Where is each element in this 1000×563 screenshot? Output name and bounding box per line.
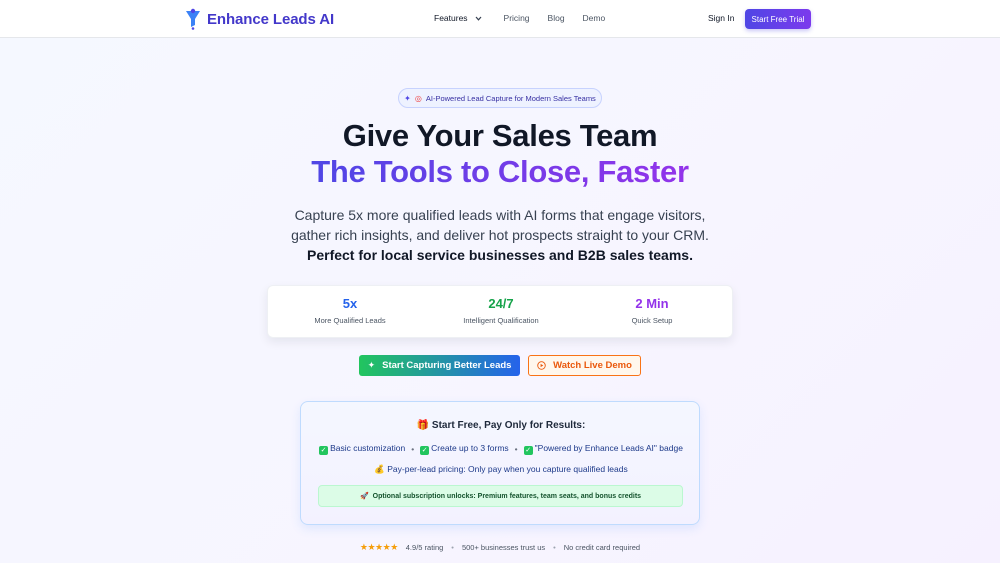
feature-label: "Powered by Enhance Leads AI" badge — [534, 443, 683, 453]
sign-in-link[interactable]: Sign In — [708, 13, 734, 23]
feature-item: ✓ Basic customization — [319, 443, 405, 455]
sparkle-icon: ✦ — [404, 93, 411, 103]
subscription-unlock-banner: 🚀 Optional subscription unlocks: Premium… — [318, 485, 683, 507]
hero-badge-text: AI-Powered Lead Capture for Modern Sales… — [425, 93, 596, 103]
pricing-features: ✓ Basic customization • ✓ Create up to 3 f… — [301, 443, 701, 455]
hero-subtitle-line2: gather rich insights, and deliver hot pr… — [291, 227, 709, 243]
stat-qualified-leads: 5x More Qualified Leads — [275, 296, 425, 325]
separator-dot: • — [411, 444, 415, 454]
nav-features-dropdown[interactable]: Features — [434, 13, 482, 23]
pay-per-lead-note: 💰 Pay-per-lead pricing: Only pay when yo… — [301, 464, 701, 475]
feature-label: Create up to 3 forms — [431, 443, 509, 453]
stat-label: Quick Setup — [631, 316, 673, 325]
stat-value: 5x — [342, 296, 358, 311]
stats-panel: 5x More Qualified Leads 24/7 Intelligent… — [267, 285, 733, 338]
check-icon: ✓ — [523, 446, 533, 455]
stat-value: 2 Min — [635, 296, 669, 311]
separator-dot: • — [553, 543, 556, 552]
funnel-icon — [186, 8, 200, 30]
start-capturing-label: Start Capturing Better Leads — [382, 360, 512, 371]
nav-features-label: Features — [434, 13, 468, 23]
pricing-card-title: 🎁 Start Free, Pay Only for Results: — [301, 420, 701, 431]
play-circle-icon — [537, 361, 546, 370]
stat-value: 24/7 — [488, 296, 514, 311]
hero-subtitle-emphasis: Perfect for local service businesses and… — [307, 247, 693, 263]
stat-label: More Qualified Leads — [314, 316, 386, 325]
pricing-card-title-text: Start Free, Pay Only for Results: — [431, 420, 586, 431]
nav-blog-link[interactable]: Blog — [548, 13, 565, 23]
hero-subtitle-line1: Capture 5x more qualified leads with AI … — [294, 207, 706, 223]
stat-qualification: 24/7 Intelligent Qualification — [426, 296, 576, 325]
no-card-text: No credit card required — [563, 543, 641, 552]
feature-item: ✓ Create up to 3 forms — [420, 443, 509, 455]
start-capturing-button[interactable]: ✦ Start Capturing Better Leads — [359, 355, 520, 376]
gift-icon: 🎁 — [416, 420, 430, 431]
feature-label: Basic customization — [330, 443, 406, 453]
nav-pricing-link[interactable]: Pricing — [504, 13, 530, 23]
businesses-text: 500+ businesses trust us — [461, 543, 546, 552]
hero-title-line1: Give Your Sales Team — [342, 118, 658, 153]
separator-dot: • — [451, 543, 454, 552]
hero-title-line2: The Tools to Close, Faster — [0, 154, 1000, 190]
feature-item: ✓ "Powered by Enhance Leads AI" badge — [523, 443, 683, 455]
pay-per-lead-text: Pay-per-lead pricing: Only pay when you … — [387, 464, 628, 474]
chevron-down-icon — [475, 16, 481, 21]
check-icon: ✓ — [319, 446, 329, 455]
rating-text: 4.9/5 rating — [405, 543, 444, 552]
subscription-unlock-text: Optional subscription unlocks: Premium f… — [372, 492, 642, 500]
start-free-trial-button[interactable]: Start Free Trial — [745, 9, 811, 29]
check-icon: ✓ — [420, 446, 430, 455]
nav-links: Features Pricing Blog Demo — [434, 13, 623, 23]
separator-dot: • — [514, 444, 518, 454]
pricing-card: 🎁 Start Free, Pay Only for Results: ✓ Bas… — [300, 401, 700, 525]
sparkle-icon: ✦ — [367, 360, 376, 370]
top-navbar: Enhance Leads AI Features Pricing Blog D… — [0, 0, 1000, 38]
hero-title-gradient: The Tools to Close, Faster — [311, 154, 689, 189]
stat-label: Intelligent Qualification — [463, 316, 539, 325]
stat-setup: 2 Min Quick Setup — [577, 296, 727, 325]
watch-demo-button[interactable]: Watch Live Demo — [528, 355, 641, 376]
rocket-icon: 🚀 — [359, 493, 369, 500]
star-rating-icon: ★★★★★ — [359, 542, 398, 552]
watch-demo-label: Watch Live Demo — [553, 360, 632, 371]
hero-badge: ✦ ◎ AI-Powered Lead Capture for Modern S… — [398, 88, 602, 108]
brand-name: Enhance Leads AI — [207, 10, 335, 28]
money-bag-icon: 💰 — [374, 464, 385, 474]
trust-row: ★★★★★ 4.9/5 rating • 500+ businesses tru… — [0, 542, 1000, 553]
target-icon: ◎ — [414, 93, 422, 103]
brand-logo[interactable]: Enhance Leads AI — [185, 8, 334, 30]
nav-demo-link[interactable]: Demo — [583, 13, 606, 23]
